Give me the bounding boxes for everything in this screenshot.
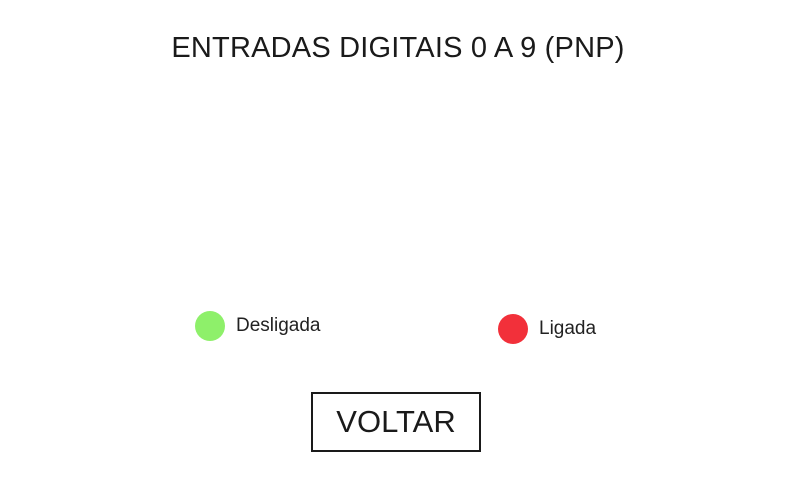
- legend-item-ligada: Ligada: [498, 314, 596, 344]
- green-dot-icon: [195, 311, 225, 341]
- red-dot-icon: [498, 314, 528, 344]
- legend-label-ligada: Ligada: [539, 318, 597, 339]
- back-button[interactable]: VOLTAR: [311, 392, 481, 452]
- legend-item-desligada: Desligada: [195, 311, 321, 341]
- legend-label-desligada: Desligada: [236, 315, 321, 336]
- page-title: ENTRADAS DIGITAIS 0 A 9 (PNP): [171, 32, 625, 64]
